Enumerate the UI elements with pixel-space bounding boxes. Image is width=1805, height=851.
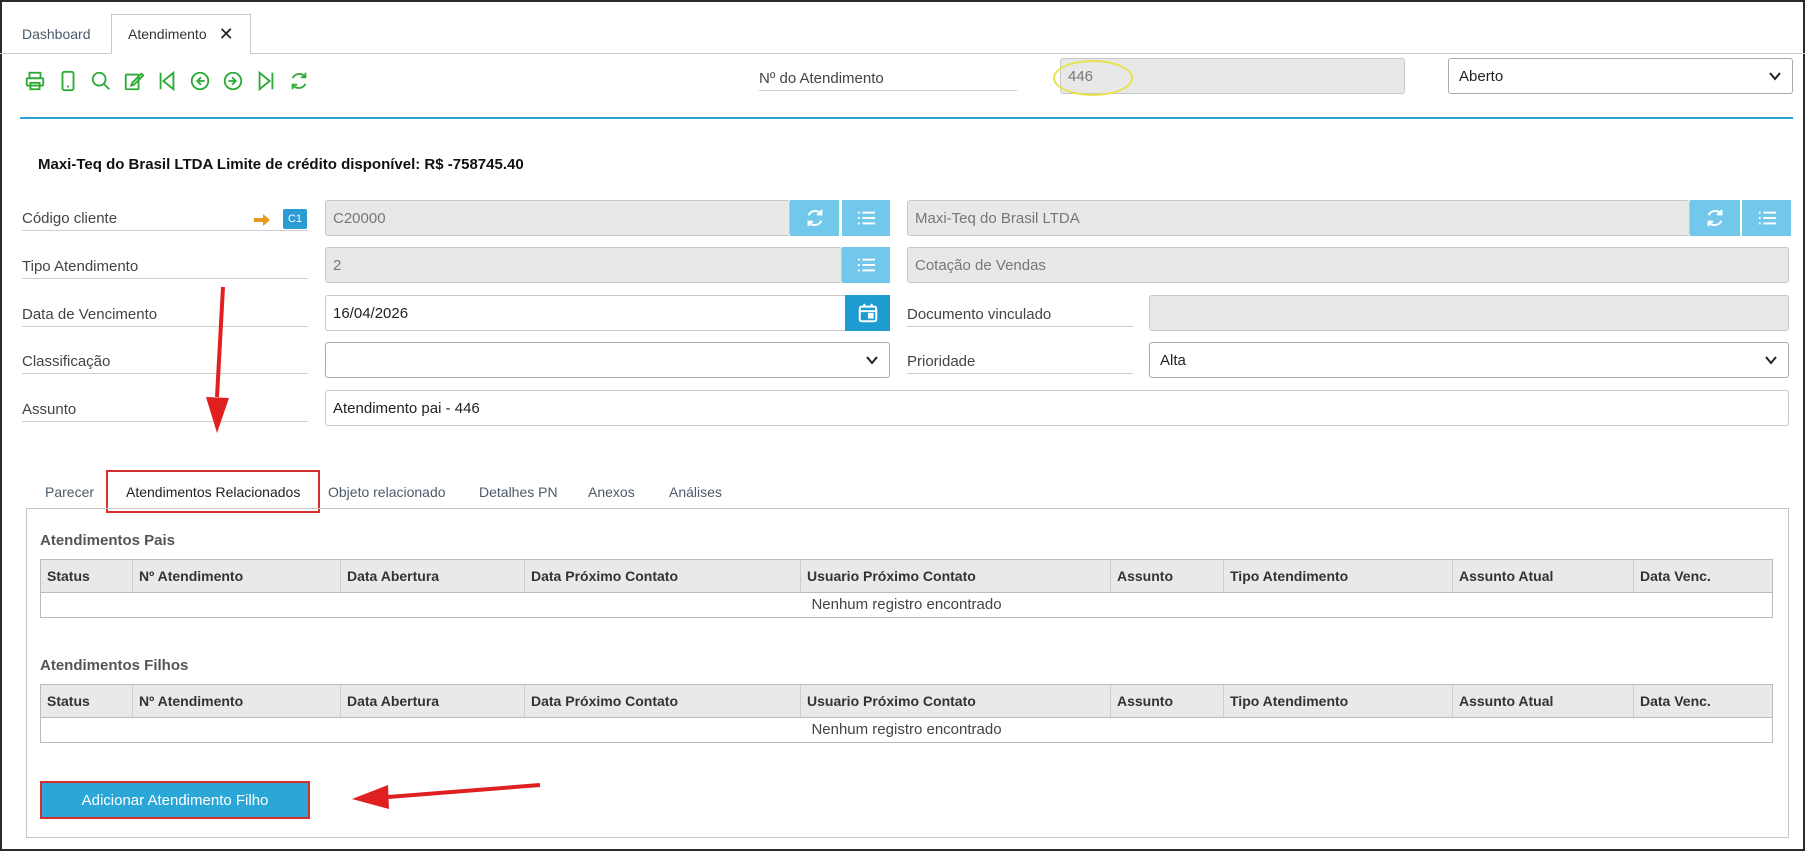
documento-vinculado-label: Documento vinculado <box>907 306 1133 327</box>
refresh-cliente-button[interactable] <box>790 200 839 236</box>
tab-label: Detalhes PN <box>479 484 558 500</box>
tab-detalhes-pn[interactable]: Detalhes PN <box>479 472 558 512</box>
list-tipo-button[interactable] <box>842 247 890 283</box>
list-nome-button[interactable] <box>1742 200 1791 236</box>
pais-title: Atendimentos Pais <box>40 532 176 549</box>
annotation-arrow-left <box>352 783 541 809</box>
codigo-cliente-field[interactable]: C20000 <box>325 200 790 236</box>
tab-anexos[interactable]: Anexos <box>588 472 635 512</box>
column-header[interactable]: Data Venc. <box>1634 560 1772 592</box>
table-header: Status Nº Atendimento Data Abertura Data… <box>41 685 1772 718</box>
column-header[interactable]: Status <box>41 560 133 592</box>
tab-label: Parecer <box>45 484 95 500</box>
documento-vinculado-field[interactable] <box>1149 295 1789 331</box>
column-header[interactable]: Assunto Atual <box>1453 560 1634 592</box>
tipo-atendimento-field[interactable]: 2 <box>325 247 842 283</box>
prioridade-select[interactable]: Alta <box>1149 342 1789 378</box>
column-header[interactable]: Nº Atendimento <box>133 685 341 717</box>
column-header[interactable]: Status <box>41 685 133 717</box>
tab-atendimentos-relacionados[interactable]: Atendimentos Relacionados <box>106 470 321 513</box>
filhos-table: Status Nº Atendimento Data Abertura Data… <box>40 684 1773 743</box>
column-header[interactable]: Assunto <box>1111 685 1224 717</box>
column-header[interactable]: Usuario Próximo Contato <box>801 685 1111 717</box>
list-icon <box>857 258 875 272</box>
pais-table: Status Nº Atendimento Data Abertura Data… <box>40 559 1773 618</box>
classificacao-label: Classificação <box>22 353 308 374</box>
tab-label: Análises <box>669 484 722 500</box>
column-header[interactable]: Assunto Atual <box>1453 685 1634 717</box>
annotation-arrow-down <box>206 286 229 433</box>
empty-message: Nenhum registro encontrado <box>811 721 1002 738</box>
tab-atendimento[interactable]: Atendimento ✕ <box>111 14 251 54</box>
assunto-label: Assunto <box>22 401 308 422</box>
column-header[interactable]: Tipo Atendimento <box>1224 685 1453 717</box>
prioridade-select-value: Alta <box>1160 351 1186 369</box>
print-icon[interactable] <box>22 68 48 94</box>
chevron-down-icon <box>1765 356 1777 365</box>
column-header[interactable]: Data Abertura <box>341 560 525 592</box>
table-header: Status Nº Atendimento Data Abertura Data… <box>41 560 1772 593</box>
last-icon[interactable] <box>253 68 279 94</box>
tab-analises[interactable]: Análises <box>669 472 722 512</box>
refresh-icon <box>807 209 822 227</box>
tipo-atendimento-desc-field[interactable]: Cotação de Vendas <box>907 247 1789 283</box>
tab-objeto-relacionado[interactable]: Objeto relacionado <box>328 472 446 512</box>
tab-label: Objeto relacionado <box>328 484 446 500</box>
classificacao-select[interactable] <box>325 342 890 378</box>
header-divider <box>20 117 1793 119</box>
calendar-icon <box>858 303 877 323</box>
refresh-nome-button[interactable] <box>1690 200 1740 236</box>
numero-atendimento-label: Nº do Atendimento <box>759 70 1017 91</box>
column-header[interactable]: Data Venc. <box>1634 685 1772 717</box>
empty-message: Nenhum registro encontrado <box>811 596 1002 613</box>
filhos-title: Atendimentos Filhos <box>40 657 189 674</box>
tab-label: Atendimento <box>128 26 207 42</box>
next-icon[interactable] <box>220 68 246 94</box>
date-picker-button[interactable] <box>845 295 890 331</box>
top-tab-bar: Dashboard Atendimento ✕ <box>0 14 1805 54</box>
column-header[interactable]: Nº Atendimento <box>133 560 341 592</box>
tab-label: Atendimentos Relacionados <box>126 483 301 500</box>
first-icon[interactable] <box>154 68 180 94</box>
refresh-icon[interactable] <box>286 68 312 94</box>
tab-dashboard[interactable]: Dashboard <box>6 14 107 54</box>
cliente-nome-field[interactable]: Maxi-Teq do Brasil LTDA <box>907 200 1690 236</box>
data-vencimento-label: Data de Vencimento <box>22 306 308 327</box>
chevron-down-icon <box>1769 72 1781 81</box>
tipo-atendimento-label: Tipo Atendimento <box>22 258 308 279</box>
credit-info: Maxi-Teq do Brasil LTDA Limite de crédit… <box>38 156 524 173</box>
prioridade-label: Prioridade <box>907 353 1133 374</box>
tab-parecer[interactable]: Parecer <box>45 472 94 512</box>
status-select-value: Aberto <box>1459 67 1504 85</box>
list-cliente-button[interactable] <box>842 200 890 236</box>
c1-badge[interactable]: C1 <box>283 209 307 229</box>
assunto-field[interactable]: Atendimento pai - 446 <box>325 390 1789 426</box>
data-vencimento-field[interactable]: 16/04/2026 <box>325 295 847 331</box>
adicionar-atendimento-filho-button[interactable]: Adicionar Atendimento Filho <box>40 781 310 819</box>
tab-label: Dashboard <box>22 26 91 42</box>
column-header[interactable]: Data Próximo Contato <box>525 685 801 717</box>
chevron-down-icon <box>866 356 878 365</box>
list-icon <box>1758 211 1776 225</box>
tab-label: Anexos <box>588 484 635 500</box>
column-header[interactable]: Data Abertura <box>341 685 525 717</box>
close-icon[interactable]: ✕ <box>219 24 234 45</box>
column-header[interactable]: Assunto <box>1111 560 1224 592</box>
list-icon <box>857 211 875 225</box>
highlight-ellipse <box>1053 60 1133 96</box>
column-header[interactable]: Data Próximo Contato <box>525 560 801 592</box>
refresh-icon <box>1707 209 1723 227</box>
column-header[interactable]: Usuario Próximo Contato <box>801 560 1111 592</box>
toolbar <box>22 68 312 94</box>
search-icon[interactable] <box>88 68 114 94</box>
mobile-icon[interactable] <box>55 68 81 94</box>
status-select[interactable]: Aberto <box>1448 58 1793 94</box>
prev-icon[interactable] <box>187 68 213 94</box>
arrow-right-icon[interactable] <box>253 212 271 228</box>
edit-icon[interactable] <box>121 68 147 94</box>
column-header[interactable]: Tipo Atendimento <box>1224 560 1453 592</box>
